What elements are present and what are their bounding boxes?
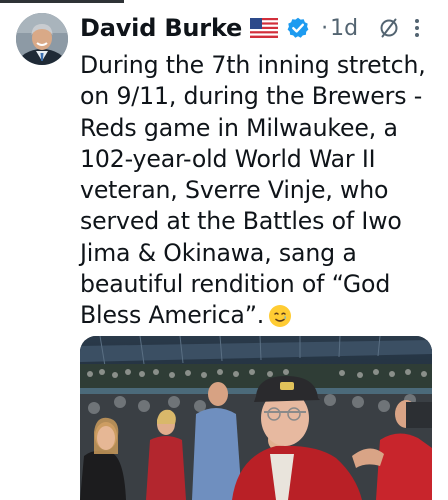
tweet-text-body: During the 7th inning stretch, on 9/11, … bbox=[80, 51, 426, 330]
tweet-text: During the 7th inning stretch, on 9/11, … bbox=[80, 50, 444, 332]
author-avatar[interactable] bbox=[16, 13, 68, 65]
more-options-icon[interactable] bbox=[414, 17, 420, 39]
tweet-header: David Burke · 1d bbox=[80, 10, 442, 46]
timestamp[interactable]: 1d bbox=[330, 16, 358, 41]
author-name[interactable]: David Burke bbox=[80, 14, 242, 42]
top-divider bbox=[0, 0, 124, 3]
us-flag-icon bbox=[250, 18, 279, 38]
header-separator: · bbox=[321, 15, 329, 41]
tear-smile-emoji bbox=[268, 304, 292, 328]
tweet-video[interactable] bbox=[80, 336, 432, 500]
grok-icon[interactable] bbox=[378, 17, 400, 39]
verified-badge-icon[interactable] bbox=[287, 17, 309, 39]
